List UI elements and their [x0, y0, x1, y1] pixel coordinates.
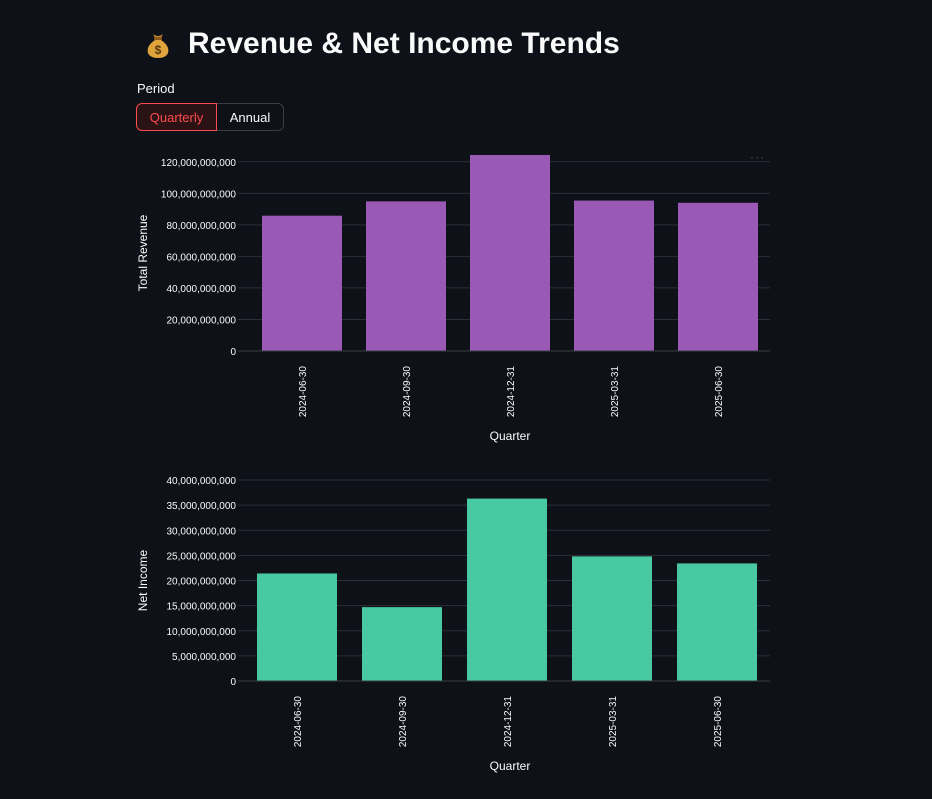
x-tick-label: 2024-09-30: [398, 696, 409, 748]
x-tick-label: 2025-06-30: [714, 366, 725, 418]
money-bag-icon: $: [147, 34, 169, 58]
y-tick-label: 5,000,000,000: [172, 652, 236, 663]
x-axis-label: Quarter: [490, 759, 531, 773]
x-tick-label: 2025-03-31: [610, 366, 621, 418]
bar: [467, 498, 547, 681]
y-tick-label: 20,000,000,000: [166, 315, 236, 326]
bar: [677, 563, 757, 681]
y-tick-label: 15,000,000,000: [166, 602, 236, 613]
y-tick-label: 35,000,000,000: [166, 501, 236, 512]
period-option-quarterly[interactable]: Quarterly: [136, 103, 217, 131]
bar: [362, 607, 442, 681]
bar: [470, 155, 550, 351]
svg-text:$: $: [155, 43, 162, 57]
y-axis-label: Total Revenue: [136, 214, 150, 291]
period-label: Period: [137, 81, 175, 96]
y-tick-label: 25,000,000,000: [166, 551, 236, 562]
bar: [262, 215, 342, 351]
x-axis-label: Quarter: [490, 429, 531, 443]
y-tick-label: 20,000,000,000: [166, 577, 236, 588]
revenue-chart: 0 20,000,000,000 40,000,000,000 60,000,000,…: [136, 155, 770, 443]
period-segmented-control: Quarterly Annual: [136, 103, 284, 131]
y-tick-label: 10,000,000,000: [166, 627, 236, 638]
y-tick-label: 120,000,000,000: [161, 158, 237, 169]
bar: [257, 573, 337, 681]
page-title-text: Revenue & Net Income Trends: [188, 27, 620, 60]
x-tick-label: 2024-06-30: [298, 366, 309, 418]
x-tick-label: 2024-12-31: [506, 366, 517, 418]
y-tick-label: 40,000,000,000: [166, 284, 236, 295]
page-title: $ Revenue & Net Income Trends: [142, 24, 620, 64]
y-tick-label: 0: [230, 347, 236, 358]
x-tick-label: 2024-06-30: [293, 696, 304, 748]
x-tick-label: 2025-06-30: [713, 696, 724, 748]
x-tick-label: 2025-03-31: [608, 696, 619, 748]
bar: [678, 202, 758, 351]
period-option-annual[interactable]: Annual: [217, 103, 284, 131]
bar: [366, 201, 446, 351]
y-tick-label: 40,000,000,000: [166, 476, 236, 487]
y-tick-label: 60,000,000,000: [166, 252, 236, 263]
x-tick-label: 2024-09-30: [402, 366, 413, 418]
y-axis-label: Net Income: [136, 549, 150, 611]
bar: [572, 556, 652, 681]
y-tick-label: 100,000,000,000: [161, 189, 237, 200]
bar: [574, 200, 654, 351]
x-tick-label: 2024-12-31: [503, 696, 514, 748]
app-root: $ Revenue & Net Income Trends Period Qua…: [0, 0, 932, 799]
y-tick-label: 30,000,000,000: [166, 526, 236, 537]
y-tick-label: 80,000,000,000: [166, 221, 236, 232]
y-tick-label: 0: [230, 677, 236, 688]
net-income-chart: 0 5,000,000,000 10,000,000,000 15,000,000,0…: [136, 476, 770, 773]
